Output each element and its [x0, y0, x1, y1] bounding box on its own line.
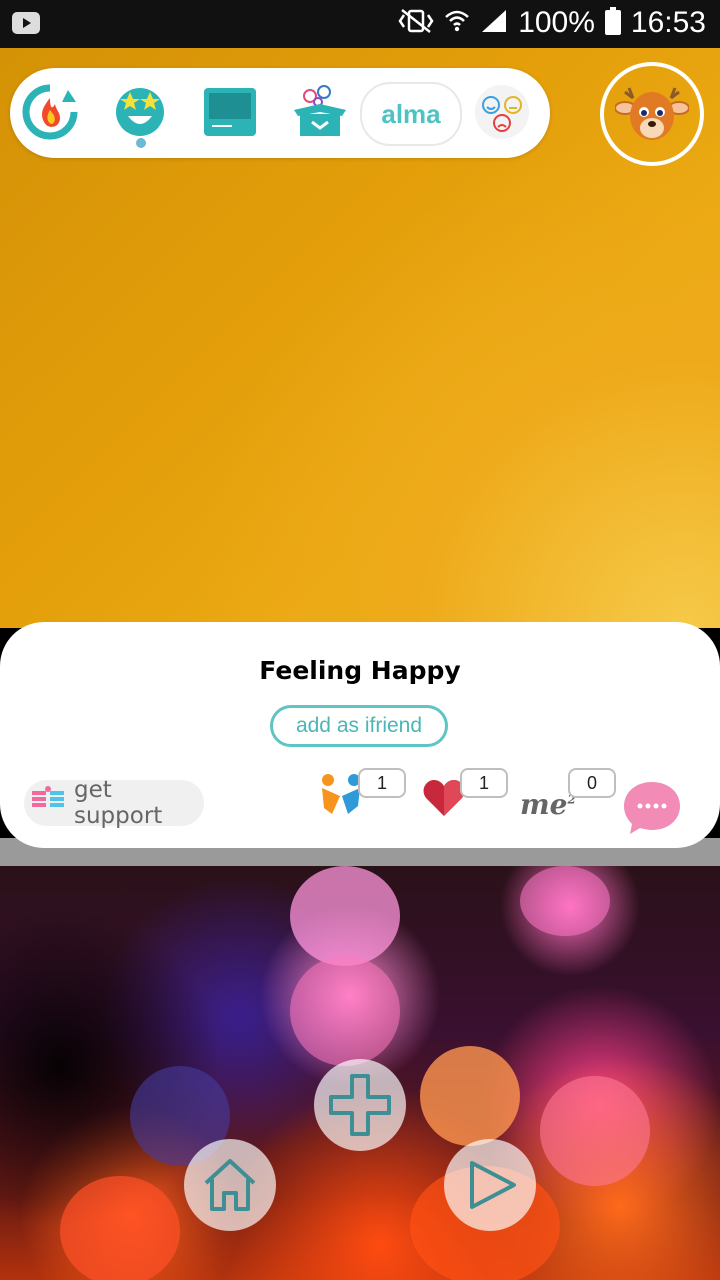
moods-icon[interactable] [470, 80, 534, 144]
add-button[interactable] [314, 1059, 406, 1151]
mood-title: Feeling Happy [259, 656, 461, 685]
wifi-icon [444, 8, 470, 38]
mood-card: Feeling Happy add as ifriend get support… [0, 622, 720, 848]
star-face-icon[interactable] [108, 80, 172, 144]
clock: 16:53 [630, 6, 706, 39]
battery-percent: 100% [518, 6, 595, 39]
signal-icon [480, 8, 508, 38]
mood-box-icon[interactable] [288, 80, 352, 144]
battery-icon [604, 7, 621, 39]
top-nav-bar: alma [10, 68, 550, 158]
vibrate-mute-icon [398, 8, 434, 38]
play-arrow-icon [470, 1161, 516, 1209]
me2-label: me [520, 788, 568, 821]
support-hands-icon [30, 785, 66, 821]
get-support-button[interactable]: get support [24, 777, 204, 829]
alma-button[interactable]: alma [360, 82, 462, 146]
me2-reaction-button[interactable]: me2 [520, 788, 576, 821]
get-support-label: get support [74, 777, 163, 829]
heart-count: 1 [460, 768, 508, 798]
chat-icon[interactable] [624, 780, 680, 836]
add-friend-button[interactable]: add as ifriend [270, 705, 448, 747]
status-bar: 100% 16:53 [0, 0, 720, 48]
screen-icon[interactable] [198, 80, 262, 144]
streak-icon[interactable] [18, 80, 82, 144]
me2-count: 0 [568, 768, 616, 798]
hug-count: 1 [358, 768, 406, 798]
deer-avatar-icon[interactable] [600, 62, 704, 166]
home-icon [204, 1159, 256, 1211]
youtube-notification-icon [12, 12, 40, 38]
plus-icon [329, 1074, 391, 1136]
next-button[interactable] [444, 1139, 536, 1231]
active-tab-indicator [136, 138, 146, 148]
home-button[interactable] [184, 1139, 276, 1231]
